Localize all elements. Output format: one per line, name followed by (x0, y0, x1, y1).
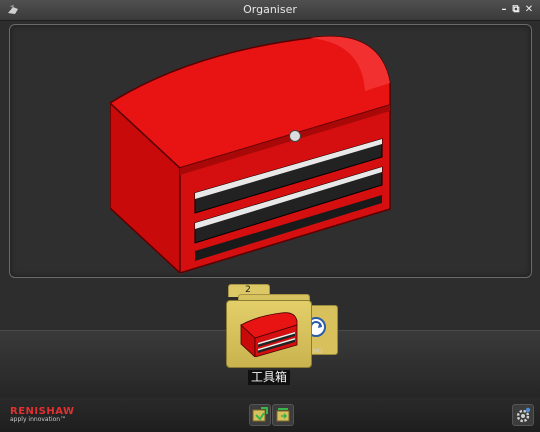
toolbox-image (110, 35, 391, 273)
folder-toolbox[interactable]: 2 (226, 284, 312, 368)
add-folder-icon (252, 407, 268, 422)
renishaw-logo: RENISHAW apply innovation™ (10, 406, 75, 423)
toolbox-thumbnail (240, 312, 298, 357)
settings-button[interactable] (512, 404, 534, 426)
move-folder-icon (276, 408, 290, 422)
organiser-window: Organiser – ⧉ ✕ _DEMO 2 工具箱 RENISHAW app… (0, 0, 540, 432)
title-bar: Organiser – ⧉ ✕ (0, 0, 540, 21)
restore-icon: ⧉ (512, 4, 520, 15)
minimize-icon: – (501, 4, 507, 15)
move-folder-button[interactable] (272, 404, 294, 426)
preview-viewport (9, 24, 532, 278)
brand-tagline: apply innovation™ (10, 416, 67, 423)
folder-body (226, 300, 312, 368)
minimize-button[interactable]: – (498, 3, 510, 16)
restore-button[interactable]: ⧉ (510, 3, 522, 16)
folder-name-label: 工具箱 (248, 370, 291, 385)
window-title: Organiser (243, 3, 297, 16)
settings-icon (516, 407, 531, 423)
close-button[interactable]: ✕ (523, 3, 535, 16)
add-folder-button[interactable] (249, 404, 271, 426)
close-icon: ✕ (524, 4, 534, 15)
